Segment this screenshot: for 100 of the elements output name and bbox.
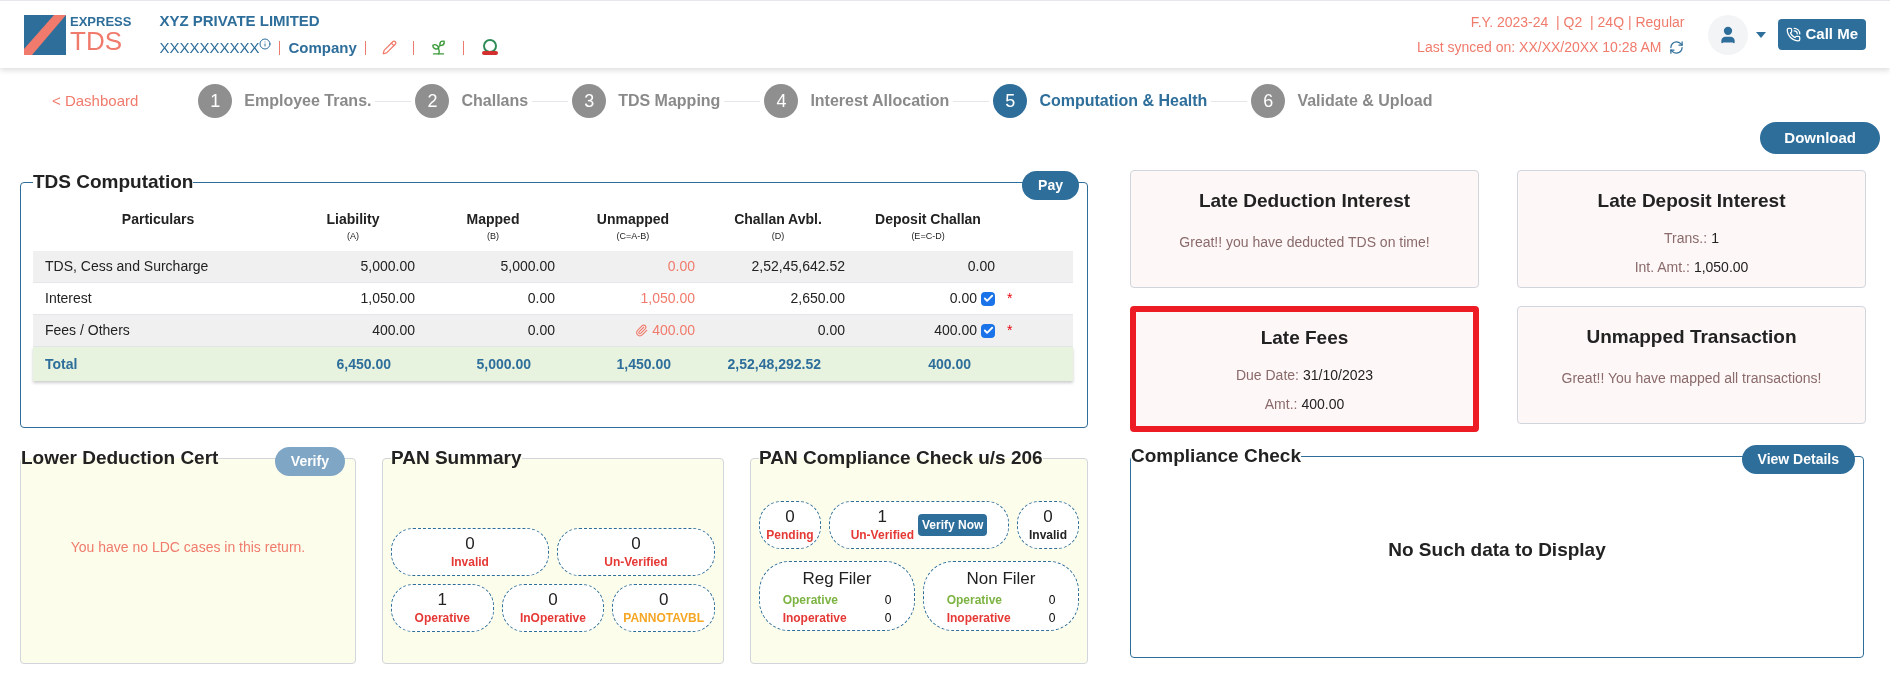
step-label[interactable]: Computation & Health [1039,89,1208,113]
filer-label: Operative [946,592,1003,609]
stat-value: 0 [631,533,641,555]
checkbox[interactable] [981,291,995,306]
filer-title: Non Filer [966,567,1036,590]
table-cell-text: 0.00 [949,289,977,308]
filer-count: 0 [884,592,892,609]
table-cell-text: Fees / Others [44,321,131,340]
verify-now-button[interactable]: Verify Now [918,513,988,536]
company-name: XYZ PRIVATE LIMITED [159,11,321,31]
last-synced-text: Last synced on: XX/XX/20XX 10:28 AM [1417,37,1662,57]
field-value: 1,050.00 [1693,257,1749,277]
filer-count: 0 [1048,610,1056,627]
stat-label: Operative [414,610,470,626]
stat-label: Un-Verified [850,527,914,543]
filer-count: 0 [884,610,892,627]
table-cell-text: 1,050.00 [360,289,415,308]
filer-label: Inoperative [946,610,1012,627]
logo-text: EXPRESS [70,15,132,28]
call-me-button[interactable]: Call Me [1778,19,1866,50]
pan-number: XXXXXXXXXX [159,37,260,58]
table-cell-text: 0.00 [967,257,995,276]
stat-label: Invalid [450,554,489,570]
step-label[interactable]: Employee Trans. [244,89,372,113]
stat-label: Un-Verified [604,554,668,570]
column-header: Particulars [121,209,195,229]
step-number[interactable]: 1 [198,84,233,118]
step-number[interactable]: 3 [572,84,607,118]
logo-text: TDS [70,28,123,54]
table-cell-text: 5,000.00 [500,257,555,276]
panel-title: PAN Compliance Check u/s 206 [758,446,1043,470]
filer-title: Reg Filer [802,567,872,590]
step-label[interactable]: TDS Mapping [618,89,721,113]
download-button[interactable]: Download [1760,122,1880,154]
stat-label: InOperative [519,610,586,626]
stat-label: PANNOTAVBL [623,610,704,626]
stat-value: 0 [658,589,669,611]
stat-value: 0 [1043,506,1053,528]
column-subheader: (A) [347,229,359,243]
info-icon[interactable] [259,37,272,50]
pencil-icon[interactable] [381,40,397,56]
table-cell-text: 0.00 [817,321,845,340]
table-cell-text: 400.00 [652,321,695,340]
paperclip-icon[interactable] [635,324,649,337]
field-value: 31/10/2023 [1303,365,1374,385]
column-subheader: (D) [771,229,785,243]
column-subheader: (E=C-D) [911,229,945,243]
emblem-icon[interactable] [479,38,500,57]
step-number[interactable]: 5 [993,84,1028,118]
sprout-icon[interactable] [429,39,447,57]
table-cell-text: 400.00 [372,321,415,340]
panel-button[interactable]: Verify [274,446,345,476]
refresh-icon[interactable] [1669,39,1685,55]
card-message: Great!! you have deducted TDS on time! [1179,232,1430,252]
column-header: Challan Avbl. [734,209,822,229]
step-number[interactable]: 4 [764,84,799,118]
logo-mark-icon [24,14,66,55]
card-title: Late Deposit Interest [1597,189,1786,213]
column-subheader: (C=A-B) [616,229,650,243]
field-label: Due Date: [1235,365,1299,385]
company-type: Company [288,37,357,58]
table-cell-text: 5,000.00 [360,257,415,276]
required-mark: * [1007,322,1013,338]
stat-value: 1 [877,506,888,528]
stat-value: 0 [785,506,795,528]
panel-button[interactable]: View Details [1741,444,1855,474]
field-value: 400.00 [1301,394,1345,414]
panel-button[interactable]: Pay [1022,170,1079,200]
total-cell-text: 5,000.00 [475,354,532,374]
column-header: Deposit Challan [875,209,981,229]
card-title: Late Deduction Interest [1198,189,1411,213]
stat-value: 0 [465,533,475,555]
panel-title: Lower Deduction Cert [21,446,219,470]
empty-message: No Such data to Display [1388,538,1606,563]
ldc-message: You have no LDC cases in this return. [70,538,306,557]
total-cell-text: 400.00 [927,354,972,374]
step-number[interactable]: 6 [1251,84,1286,118]
caret-icon[interactable] [1756,31,1767,38]
filer-label: Operative [782,592,839,609]
field-label: Amt.: [1264,394,1298,414]
dashboard-link[interactable]: < Dashboard [52,89,139,113]
step-label[interactable]: Validate & Upload [1297,89,1433,113]
required-mark: * [1007,290,1013,306]
field-label: Trans.: [1664,228,1708,248]
card-title: Late Fees [1260,326,1349,350]
phone-icon [1786,27,1802,42]
stat-value: 0 [548,589,558,611]
total-label: Total [44,354,79,374]
panel-title: PAN Summary [390,446,522,470]
table-cell-text: 1,050.00 [640,289,695,308]
step-label[interactable]: Interest Allocation [810,89,950,113]
total-cell-text: 6,450.00 [335,354,392,374]
panel-title: Compliance Check [1131,444,1301,468]
checkbox[interactable] [981,323,995,338]
step-label[interactable]: Challans [461,89,529,113]
panel-title: TDS Computation [33,170,194,194]
table-cell-text: 400.00 [934,321,977,340]
total-cell-text: 2,52,48,292.52 [726,354,822,374]
step-number[interactable]: 2 [415,84,450,118]
filer-label: Inoperative [782,610,848,627]
